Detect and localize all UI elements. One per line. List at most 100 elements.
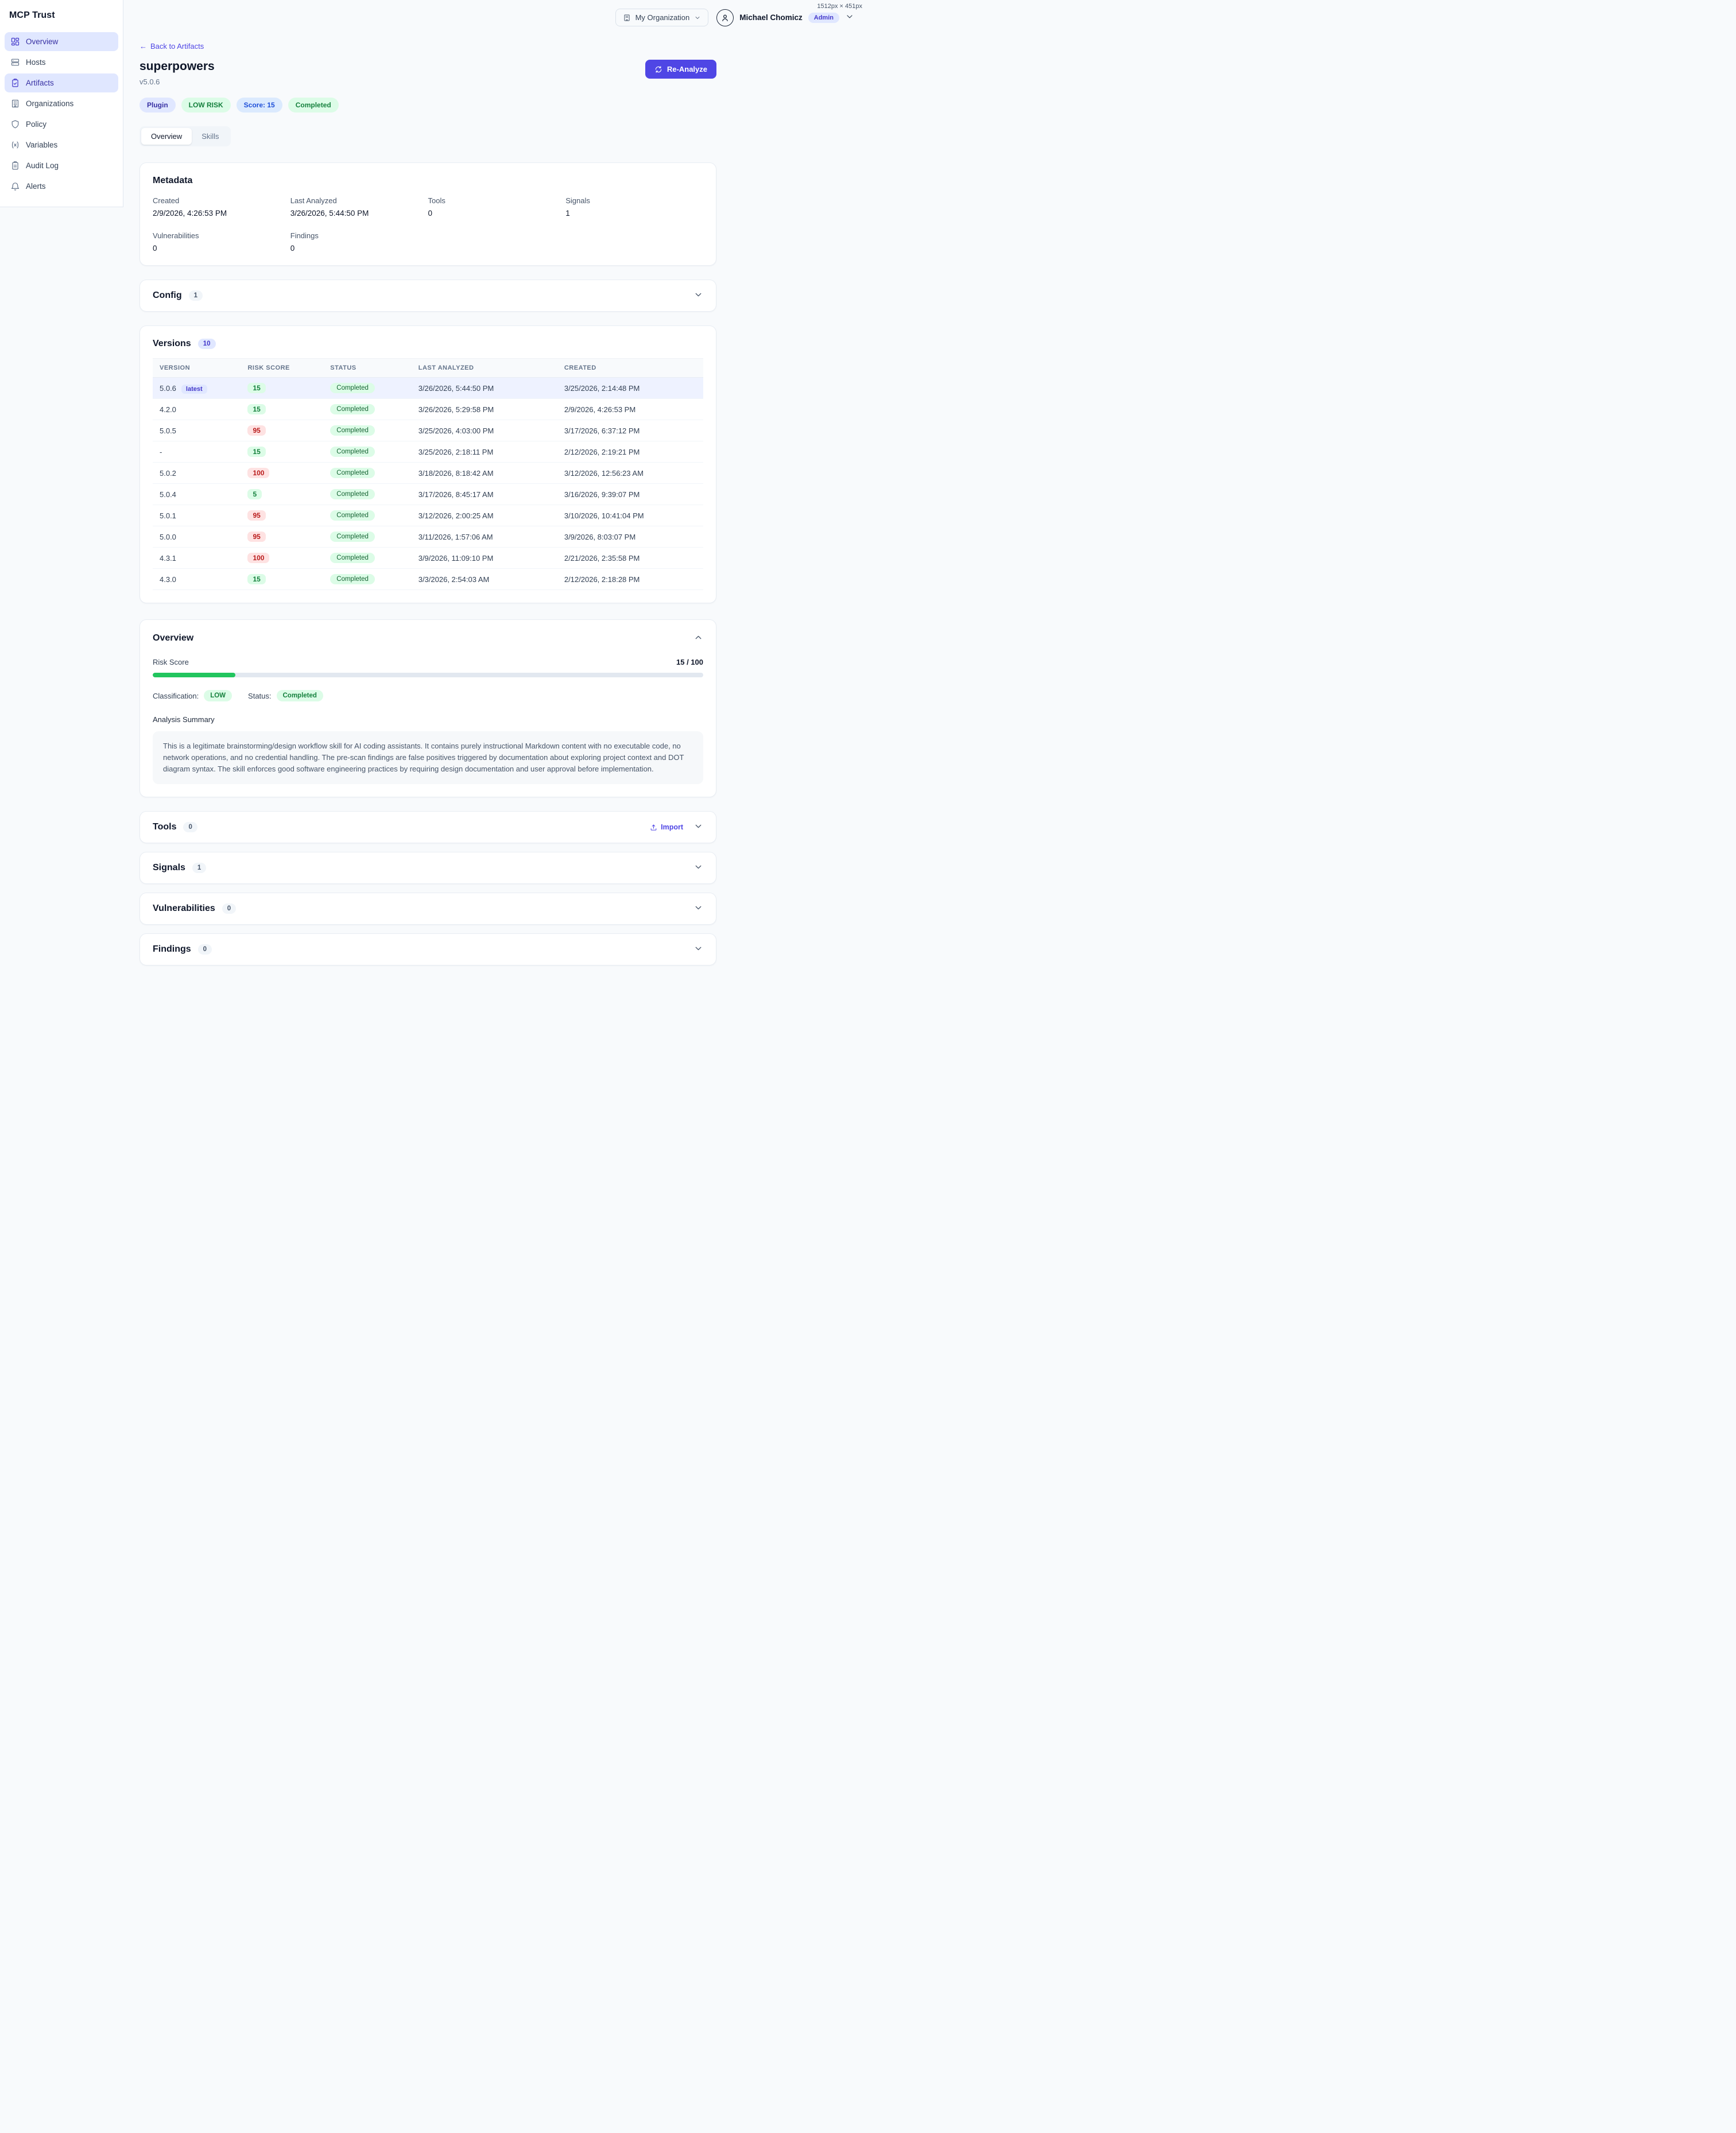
version-cell: 5.0.5	[153, 420, 241, 441]
last-analyzed-cell: 3/25/2026, 4:03:00 PM	[412, 420, 557, 441]
status-badge: Completed	[330, 447, 375, 457]
tab-bar: Overview Skills	[140, 126, 231, 146]
sidebar-item-overview[interactable]: Overview	[5, 32, 118, 51]
tools-section[interactable]: Tools 0 Import	[140, 811, 716, 843]
sidebar-item-label: Audit Log	[26, 161, 59, 170]
version-number: 5.0.1	[160, 511, 176, 520]
risk-score-cell: 15	[241, 378, 323, 399]
last-analyzed-cell: 3/9/2026, 11:09:10 PM	[412, 548, 557, 569]
version-row[interactable]: 5.0.0 95 Completed 3/11/2026, 1:57:06 AM…	[153, 526, 703, 548]
metadata-field-signals: Signals 1	[565, 196, 703, 218]
risk-badge: LOW RISK	[181, 98, 231, 113]
version-cell: 5.0.6latest	[153, 378, 241, 399]
last-analyzed-cell: 3/3/2026, 2:54:03 AM	[412, 569, 557, 590]
risk-score-badge: 95	[247, 510, 265, 521]
signals-section[interactable]: Signals 1	[140, 852, 716, 884]
created-cell: 2/12/2026, 2:18:28 PM	[557, 569, 703, 590]
page-title: superpowers	[140, 60, 215, 73]
status-badge: Completed	[330, 574, 375, 584]
status-badge: Completed	[277, 690, 323, 701]
back-to-artifacts-link[interactable]: ← Back to Artifacts	[140, 42, 204, 51]
findings-title: Findings	[153, 944, 191, 955]
chevron-down-icon[interactable]	[693, 903, 703, 914]
version-cell: 4.3.0	[153, 569, 241, 590]
sidebar-item-alerts[interactable]: Alerts	[5, 177, 118, 196]
field-label: Vulnerabilities	[153, 231, 290, 240]
version-row[interactable]: 5.0.4 5 Completed 3/17/2026, 8:45:17 AM …	[153, 484, 703, 505]
sidebar-nav: Overview Hosts Artifacts Organizations P…	[0, 29, 123, 207]
status-badge: Completed	[330, 510, 375, 521]
tab-overview[interactable]: Overview	[141, 128, 192, 145]
analysis-summary-text: This is a legitimate brainstorming/desig…	[153, 731, 703, 784]
artifact-version: v5.0.6	[140, 77, 215, 86]
column-header-last-analyzed: LAST ANALYZED	[412, 359, 557, 378]
overview-title: Overview	[153, 633, 193, 643]
tab-skills[interactable]: Skills	[192, 128, 228, 145]
sidebar-item-policy[interactable]: Policy	[5, 115, 118, 134]
organization-selector[interactable]: My Organization	[615, 9, 709, 26]
risk-score-badge: 100	[247, 468, 269, 478]
risk-score-badge: 15	[247, 447, 265, 457]
versions-table-body: 5.0.6latest 15 Completed 3/26/2026, 5:44…	[153, 378, 703, 590]
sidebar-item-hosts[interactable]: Hosts	[5, 53, 118, 72]
column-header-created: CREATED	[557, 359, 703, 378]
version-number: -	[160, 448, 162, 456]
risk-score-cell: 100	[241, 463, 323, 484]
risk-score-badge: 95	[247, 425, 265, 436]
versions-header: Versions 10	[153, 339, 703, 349]
status-cell: Completed	[323, 463, 411, 484]
version-cell: 4.2.0	[153, 399, 241, 420]
created-cell: 2/21/2026, 2:35:58 PM	[557, 548, 703, 569]
version-cell: 5.0.1	[153, 505, 241, 526]
metadata-card: Metadata Created 2/9/2026, 4:26:53 PM La…	[140, 162, 716, 266]
field-label: Last Analyzed	[290, 196, 428, 205]
findings-section[interactable]: Findings 0	[140, 933, 716, 965]
re-analyze-button[interactable]: Re-Analyze	[645, 60, 716, 79]
config-section[interactable]: Config 1	[140, 280, 716, 312]
sidebar-item-organizations[interactable]: Organizations	[5, 94, 118, 113]
version-row[interactable]: 5.0.6latest 15 Completed 3/26/2026, 5:44…	[153, 378, 703, 399]
version-row[interactable]: - 15 Completed 3/25/2026, 2:18:11 PM 2/1…	[153, 441, 703, 463]
version-row[interactable]: 5.0.2 100 Completed 3/18/2026, 8:18:42 A…	[153, 463, 703, 484]
version-row[interactable]: 4.3.0 15 Completed 3/3/2026, 2:54:03 AM …	[153, 569, 703, 590]
sidebar-item-artifacts[interactable]: Artifacts	[5, 73, 118, 92]
status-cell: Completed	[323, 548, 411, 569]
tools-count-badge: 0	[183, 822, 197, 832]
last-analyzed-cell: 3/26/2026, 5:29:58 PM	[412, 399, 557, 420]
version-row[interactable]: 4.3.1 100 Completed 3/9/2026, 11:09:10 P…	[153, 548, 703, 569]
sidebar-item-label: Hosts	[26, 58, 46, 67]
version-number: 5.0.4	[160, 490, 176, 499]
vulnerabilities-section[interactable]: Vulnerabilities 0	[140, 893, 716, 925]
chevron-down-icon[interactable]	[693, 290, 703, 301]
chevron-up-icon[interactable]	[693, 633, 703, 644]
badges-row: Plugin LOW RISK Score: 15 Completed	[140, 98, 716, 113]
risk-score-badge: 5	[247, 489, 262, 499]
risk-score-badge: 15	[247, 574, 265, 584]
sidebar-item-audit-log[interactable]: Audit Log	[5, 156, 118, 175]
field-label: Signals	[565, 196, 703, 205]
version-row[interactable]: 4.2.0 15 Completed 3/26/2026, 5:29:58 PM…	[153, 399, 703, 420]
chevron-down-icon[interactable]	[693, 862, 703, 874]
main-column: 1512px × 451px My Organization Michael C…	[123, 0, 868, 1138]
chevron-down-icon[interactable]	[693, 944, 703, 955]
version-number: 5.0.2	[160, 469, 176, 478]
version-row[interactable]: 5.0.1 95 Completed 3/12/2026, 2:00:25 AM…	[153, 505, 703, 526]
sidebar-item-variables[interactable]: Variables	[5, 135, 118, 154]
sidebar-item-label: Overview	[26, 37, 58, 46]
version-row[interactable]: 5.0.5 95 Completed 3/25/2026, 4:03:00 PM…	[153, 420, 703, 441]
status-badge: Completed	[330, 383, 375, 393]
chevron-down-icon[interactable]	[693, 821, 703, 833]
status-cell: Completed	[323, 484, 411, 505]
version-number: 5.0.5	[160, 426, 176, 435]
import-button[interactable]: Import	[650, 823, 683, 831]
user-menu[interactable]: Michael Chomicz Admin	[716, 9, 854, 26]
field-value: 0	[290, 244, 428, 253]
re-analyze-label: Re-Analyze	[667, 65, 707, 73]
status-cell: Completed	[323, 441, 411, 463]
overview-section-header[interactable]: Overview	[153, 633, 703, 644]
status-cell: Completed	[323, 378, 411, 399]
status-badge: Completed	[330, 489, 375, 499]
sidebar-item-label: Variables	[26, 141, 57, 149]
risk-score-cell: 15	[241, 569, 323, 590]
status-badge: Completed	[288, 98, 339, 113]
